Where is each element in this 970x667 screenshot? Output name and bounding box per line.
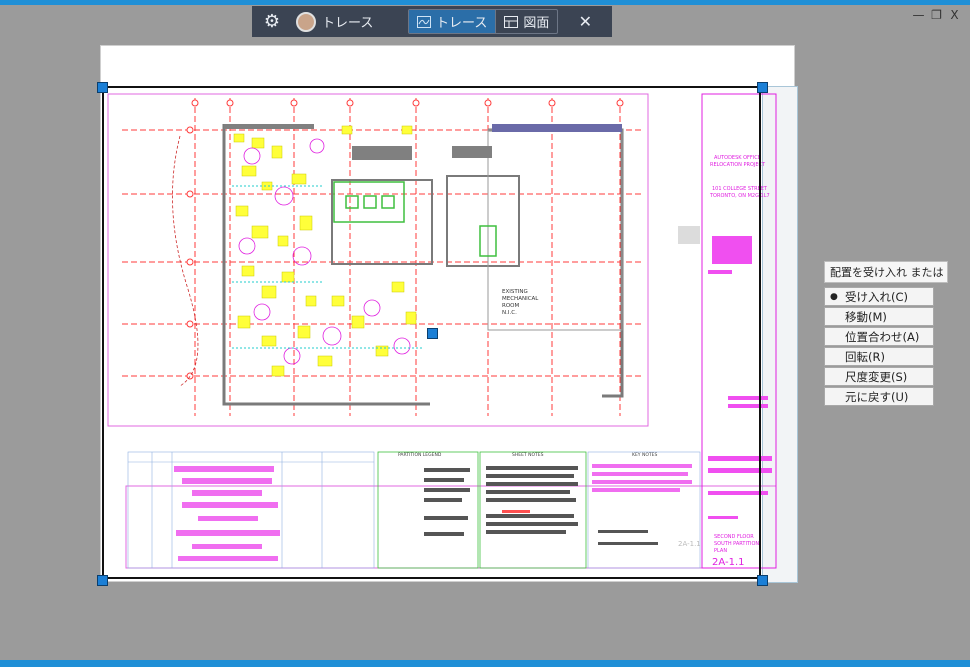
room-label-2: MECHANICAL: [502, 296, 539, 302]
address-1: 101 COLLEGE STREET: [712, 186, 768, 192]
avatar[interactable]: [296, 11, 316, 32]
option-accept-label: 受け入れ(C): [845, 289, 909, 304]
option-rotate[interactable]: 回転(R): [824, 347, 934, 366]
project-title-1: AUTODESK OFFICE: [714, 155, 761, 161]
window-close-icon: X: [950, 7, 959, 22]
project-title-2: RELOCATION PROJECT: [710, 162, 766, 168]
partition-legend-title: PARTITION LEGEND: [398, 452, 442, 458]
restore-icon: ❐: [931, 7, 942, 22]
command-prompt: 配置を受け入れ または: [824, 261, 948, 283]
placement-options-menu: ● 受け入れ(C) 移動(M) 位置合わせ(A) 回転(R) 尺度変更(S) 元…: [824, 287, 934, 407]
close-icon: ✕: [578, 12, 593, 31]
handle-top-left[interactable]: [97, 82, 108, 93]
option-scale[interactable]: 尺度変更(S): [824, 367, 934, 386]
sheet-title-3: PLAN: [714, 548, 727, 554]
sheet-title-2: SOUTH PARTITION: [714, 541, 759, 547]
drawing-icon: [504, 15, 519, 28]
trace-icon: [417, 15, 431, 28]
sheet-title-1: SECOND FLOOR: [714, 534, 754, 540]
option-scale-label: 尺度変更(S): [845, 369, 908, 384]
option-rotate-label: 回転(R): [845, 349, 885, 364]
room-label-1: EXISTING: [502, 289, 528, 295]
sheet-notes-title: SHEET NOTES: [512, 452, 544, 458]
window-controls: — ❐ X: [912, 7, 961, 22]
window-close-button[interactable]: X: [948, 7, 961, 22]
close-trace-button[interactable]: ✕: [568, 6, 602, 37]
option-undo-label: 元に戻す(U): [845, 389, 909, 404]
option-move[interactable]: 移動(M): [824, 307, 934, 326]
trace-toolbar: ⚙ トレース トレース 図面 ✕: [252, 6, 612, 37]
minimize-button[interactable]: —: [912, 7, 925, 22]
tab-trace[interactable]: トレース: [409, 10, 496, 33]
settings-button[interactable]: ⚙: [252, 6, 292, 37]
option-accept[interactable]: ● 受け入れ(C): [824, 287, 934, 306]
option-align-label: 位置合わせ(A): [845, 329, 920, 344]
handle-top-right[interactable]: [757, 82, 768, 93]
address-2: TORONTO, ON M2G 1L7: [709, 193, 770, 199]
tab-drawing[interactable]: 図面: [495, 10, 557, 33]
minimize-icon: —: [912, 7, 925, 22]
option-move-label: 移動(M): [845, 309, 887, 324]
option-undo[interactable]: 元に戻す(U): [824, 387, 934, 406]
tab-trace-label: トレース: [436, 16, 488, 31]
bottom-accent-bar: [0, 660, 970, 667]
key-notes-title: KEY NOTES: [632, 452, 657, 458]
plan-reference: 2A-1.1: [678, 540, 701, 548]
handle-bottom-right[interactable]: [757, 575, 768, 586]
handle-center[interactable]: [427, 328, 438, 339]
restore-button[interactable]: ❐: [930, 7, 943, 22]
handle-bottom-left[interactable]: [97, 575, 108, 586]
top-accent-bar: [0, 0, 970, 5]
room-label-4: N.I.C.: [502, 310, 517, 316]
tab-drawing-label: 図面: [523, 16, 550, 31]
view-toggle: トレース 図面: [408, 9, 559, 34]
toolbar-title: トレース: [322, 16, 374, 31]
option-align[interactable]: 位置合わせ(A): [824, 327, 934, 346]
room-label-3: ROOM: [502, 303, 519, 309]
selected-bullet-icon: ●: [830, 292, 838, 302]
gear-icon: ⚙: [263, 11, 281, 32]
sheet-number: 2A-1.1: [712, 557, 745, 568]
floor-plan-drawing[interactable]: EXISTING MECHANICAL ROOM N.I.C. AUTODESK…: [102, 86, 794, 580]
